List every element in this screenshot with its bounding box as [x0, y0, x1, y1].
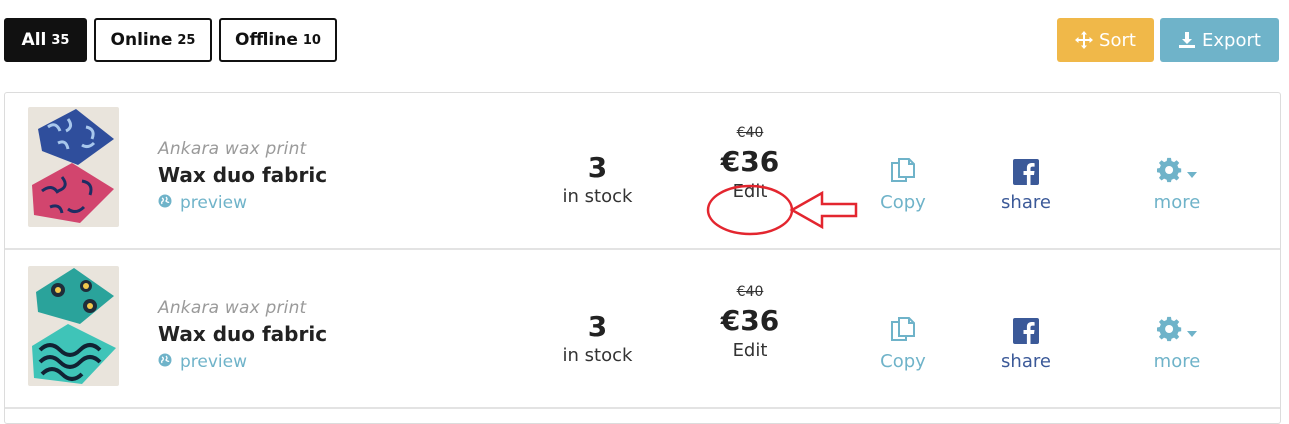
- more-label: more: [1153, 351, 1201, 372]
- filter-tabs: All 35 Online 25 Offline 10: [4, 18, 337, 62]
- download-icon: [1178, 31, 1196, 49]
- gear-dropdown: [1142, 157, 1212, 187]
- product-row: Ankara wax print Wax duo fabric preview …: [5, 93, 1280, 250]
- preview-link[interactable]: preview: [158, 193, 327, 213]
- product-info: Ankara wax print Wax duo fabric preview: [158, 139, 327, 213]
- current-price: €36: [720, 304, 780, 337]
- stock-number: 3: [587, 151, 608, 184]
- product-category: Ankara wax print: [158, 298, 307, 318]
- facebook-icon: [991, 316, 1061, 346]
- facebook-icon: [991, 157, 1061, 187]
- caret-down-icon: [1187, 162, 1197, 183]
- product-row: Ankara wax print Wax duo fabric preview …: [5, 252, 1280, 409]
- copy-button[interactable]: Copy: [868, 157, 938, 213]
- globe-icon: [158, 352, 172, 372]
- filter-offline-label: Offline: [235, 30, 298, 50]
- gear-dropdown: [1142, 316, 1212, 346]
- copy-icon: [868, 157, 938, 187]
- share-button[interactable]: share: [991, 157, 1061, 213]
- globe-icon: [158, 193, 172, 213]
- copy-label: Copy: [880, 192, 926, 213]
- filter-offline-button[interactable]: Offline 10: [219, 18, 337, 62]
- filter-all-label: All: [21, 30, 47, 50]
- filter-online-count: 25: [177, 32, 196, 48]
- toolbar-actions: Sort Export: [1057, 18, 1279, 62]
- caret-down-icon: [1187, 321, 1197, 342]
- old-price: €40: [736, 125, 764, 141]
- stock-count: 3 in stock: [540, 310, 655, 366]
- price-block: €40 €36 Edit: [700, 284, 800, 361]
- share-button[interactable]: share: [991, 316, 1061, 372]
- stock-number: 3: [587, 310, 608, 343]
- product-name[interactable]: Wax duo fabric: [158, 163, 327, 187]
- more-button[interactable]: more: [1142, 157, 1212, 213]
- product-info: Ankara wax print Wax duo fabric preview: [158, 298, 327, 372]
- stock-label: in stock: [562, 186, 633, 207]
- sort-label: Sort: [1099, 29, 1136, 51]
- filter-online-button[interactable]: Online 25: [94, 18, 212, 62]
- filter-offline-count: 10: [302, 32, 321, 48]
- preview-link[interactable]: preview: [158, 352, 327, 372]
- old-price: €40: [736, 284, 764, 300]
- edit-price-link[interactable]: Edit: [700, 181, 800, 202]
- filter-all-button[interactable]: All 35: [4, 18, 87, 62]
- current-price: €36: [720, 145, 780, 178]
- sort-button[interactable]: Sort: [1057, 18, 1154, 62]
- move-icon: [1075, 31, 1094, 49]
- product-thumbnail[interactable]: [28, 107, 119, 227]
- copy-icon: [868, 316, 938, 346]
- price-block: €40 €36 Edit: [700, 125, 800, 202]
- preview-label: preview: [180, 193, 248, 213]
- copy-label: Copy: [880, 351, 926, 372]
- share-label: share: [1001, 192, 1051, 213]
- export-button[interactable]: Export: [1160, 18, 1279, 62]
- more-label: more: [1153, 192, 1201, 213]
- more-button[interactable]: more: [1142, 316, 1212, 372]
- export-label: Export: [1202, 29, 1261, 51]
- copy-button[interactable]: Copy: [868, 316, 938, 372]
- product-name[interactable]: Wax duo fabric: [158, 322, 327, 346]
- gear-icon: [1157, 157, 1183, 188]
- edit-price-link[interactable]: Edit: [700, 340, 800, 361]
- gear-icon: [1157, 316, 1183, 347]
- stock-label: in stock: [562, 345, 633, 366]
- product-list: Ankara wax print Wax duo fabric preview …: [4, 92, 1281, 424]
- preview-label: preview: [180, 352, 248, 372]
- stock-count: 3 in stock: [540, 151, 655, 207]
- product-thumbnail[interactable]: [28, 266, 119, 386]
- filter-online-label: Online: [110, 30, 173, 50]
- product-category: Ankara wax print: [158, 139, 307, 159]
- filter-all-count: 35: [51, 32, 70, 48]
- share-label: share: [1001, 351, 1051, 372]
